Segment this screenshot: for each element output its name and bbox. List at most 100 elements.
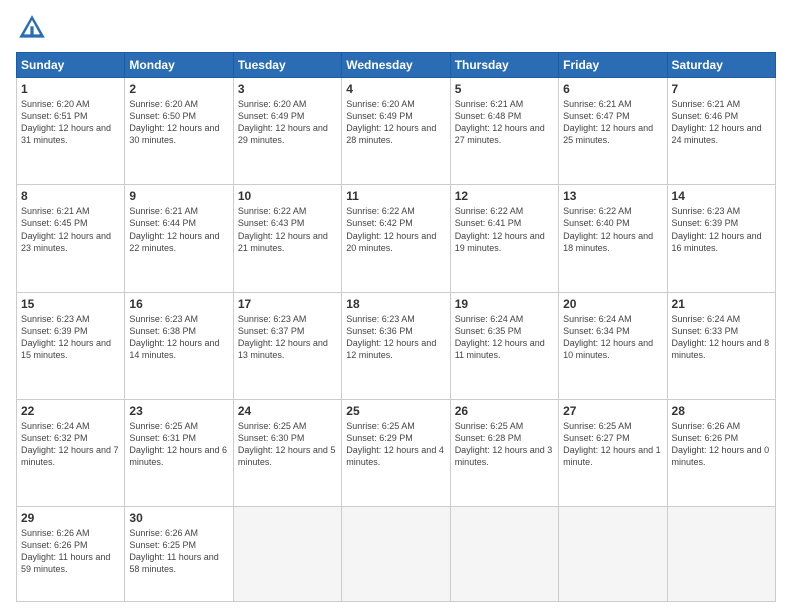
calendar-cell bbox=[342, 507, 450, 602]
calendar-cell: 27 Sunrise: 6:25 AMSunset: 6:27 PMDayligh… bbox=[559, 399, 667, 506]
calendar: Sunday Monday Tuesday Wednesday Thursday… bbox=[16, 52, 776, 602]
calendar-cell: 11 Sunrise: 6:22 AMSunset: 6:42 PMDayligh… bbox=[342, 185, 450, 292]
day-number: 15 bbox=[21, 297, 120, 311]
header-saturday: Saturday bbox=[667, 53, 775, 78]
day-info: Sunrise: 6:24 AMSunset: 6:32 PMDaylight:… bbox=[21, 420, 120, 469]
day-number: 4 bbox=[346, 82, 445, 96]
day-number: 3 bbox=[238, 82, 337, 96]
day-info: Sunrise: 6:20 AMSunset: 6:51 PMDaylight:… bbox=[21, 98, 120, 147]
calendar-cell: 21 Sunrise: 6:24 AMSunset: 6:33 PMDayligh… bbox=[667, 292, 775, 399]
calendar-cell bbox=[450, 507, 558, 602]
day-number: 16 bbox=[129, 297, 228, 311]
day-info: Sunrise: 6:25 AMSunset: 6:27 PMDaylight:… bbox=[563, 420, 662, 469]
day-number: 23 bbox=[129, 404, 228, 418]
day-info: Sunrise: 6:25 AMSunset: 6:31 PMDaylight:… bbox=[129, 420, 228, 469]
day-number: 17 bbox=[238, 297, 337, 311]
calendar-cell: 10 Sunrise: 6:22 AMSunset: 6:43 PMDayligh… bbox=[233, 185, 341, 292]
header bbox=[16, 12, 776, 44]
day-info: Sunrise: 6:23 AMSunset: 6:39 PMDaylight:… bbox=[21, 313, 120, 362]
calendar-cell: 23 Sunrise: 6:25 AMSunset: 6:31 PMDayligh… bbox=[125, 399, 233, 506]
day-number: 30 bbox=[129, 511, 228, 525]
day-info: Sunrise: 6:26 AMSunset: 6:25 PMDaylight:… bbox=[129, 527, 228, 576]
calendar-cell: 19 Sunrise: 6:24 AMSunset: 6:35 PMDayligh… bbox=[450, 292, 558, 399]
day-number: 13 bbox=[563, 189, 662, 203]
calendar-cell: 12Sunrise: 6:22 AMSunset: 6:41 PMDayligh… bbox=[450, 185, 558, 292]
calendar-cell bbox=[559, 507, 667, 602]
day-info: Sunrise: 6:21 AMSunset: 6:48 PMDaylight:… bbox=[455, 98, 554, 147]
header-sunday: Sunday bbox=[17, 53, 125, 78]
day-number: 21 bbox=[672, 297, 771, 311]
day-info: Sunrise: 6:22 AMSunset: 6:43 PMDaylight:… bbox=[238, 205, 337, 254]
calendar-cell: 1 Sunrise: 6:20 AMSunset: 6:51 PMDaylight… bbox=[17, 78, 125, 185]
day-info: Sunrise: 6:25 AMSunset: 6:29 PMDaylight:… bbox=[346, 420, 445, 469]
header-monday: Monday bbox=[125, 53, 233, 78]
day-info: Sunrise: 6:24 AMSunset: 6:34 PMDaylight:… bbox=[563, 313, 662, 362]
calendar-row: 29 Sunrise: 6:26 AMSunset: 6:26 PMDayligh… bbox=[17, 507, 776, 602]
calendar-cell: 17 Sunrise: 6:23 AMSunset: 6:37 PMDayligh… bbox=[233, 292, 341, 399]
calendar-cell: 4Sunrise: 6:20 AMSunset: 6:49 PMDaylight… bbox=[342, 78, 450, 185]
header-wednesday: Wednesday bbox=[342, 53, 450, 78]
day-info: Sunrise: 6:23 AMSunset: 6:38 PMDaylight:… bbox=[129, 313, 228, 362]
day-info: Sunrise: 6:21 AMSunset: 6:44 PMDaylight:… bbox=[129, 205, 228, 254]
calendar-cell: 8Sunrise: 6:21 AMSunset: 6:45 PMDaylight… bbox=[17, 185, 125, 292]
day-info: Sunrise: 6:23 AMSunset: 6:37 PMDaylight:… bbox=[238, 313, 337, 362]
header-tuesday: Tuesday bbox=[233, 53, 341, 78]
day-number: 10 bbox=[238, 189, 337, 203]
day-number: 6 bbox=[563, 82, 662, 96]
day-info: Sunrise: 6:24 AMSunset: 6:33 PMDaylight:… bbox=[672, 313, 771, 362]
day-number: 24 bbox=[238, 404, 337, 418]
day-number: 14 bbox=[672, 189, 771, 203]
calendar-cell: 9 Sunrise: 6:21 AMSunset: 6:44 PMDaylight… bbox=[125, 185, 233, 292]
calendar-cell: 28Sunrise: 6:26 AMSunset: 6:26 PMDayligh… bbox=[667, 399, 775, 506]
calendar-cell: 15 Sunrise: 6:23 AMSunset: 6:39 PMDayligh… bbox=[17, 292, 125, 399]
day-info: Sunrise: 6:21 AMSunset: 6:45 PMDaylight:… bbox=[21, 205, 120, 254]
calendar-cell: 7 Sunrise: 6:21 AMSunset: 6:46 PMDaylight… bbox=[667, 78, 775, 185]
day-info: Sunrise: 6:20 AMSunset: 6:50 PMDaylight:… bbox=[129, 98, 228, 147]
day-number: 5 bbox=[455, 82, 554, 96]
day-info: Sunrise: 6:26 AMSunset: 6:26 PMDaylight:… bbox=[21, 527, 120, 576]
day-number: 11 bbox=[346, 189, 445, 203]
calendar-cell: 29 Sunrise: 6:26 AMSunset: 6:26 PMDayligh… bbox=[17, 507, 125, 602]
calendar-cell: 3 Sunrise: 6:20 AMSunset: 6:49 PMDaylight… bbox=[233, 78, 341, 185]
calendar-cell: 14 Sunrise: 6:23 AMSunset: 6:39 PMDayligh… bbox=[667, 185, 775, 292]
calendar-table: Sunday Monday Tuesday Wednesday Thursday… bbox=[16, 52, 776, 602]
calendar-cell: 5 Sunrise: 6:21 AMSunset: 6:48 PMDaylight… bbox=[450, 78, 558, 185]
calendar-cell: 13 Sunrise: 6:22 AMSunset: 6:40 PMDayligh… bbox=[559, 185, 667, 292]
day-number: 9 bbox=[129, 189, 228, 203]
calendar-row: 8Sunrise: 6:21 AMSunset: 6:45 PMDaylight… bbox=[17, 185, 776, 292]
day-number: 7 bbox=[672, 82, 771, 96]
day-info: Sunrise: 6:24 AMSunset: 6:35 PMDaylight:… bbox=[455, 313, 554, 362]
calendar-cell: 24 Sunrise: 6:25 AMSunset: 6:30 PMDayligh… bbox=[233, 399, 341, 506]
logo-icon bbox=[16, 12, 48, 44]
calendar-cell: 2 Sunrise: 6:20 AMSunset: 6:50 PMDaylight… bbox=[125, 78, 233, 185]
calendar-cell: 16 Sunrise: 6:23 AMSunset: 6:38 PMDayligh… bbox=[125, 292, 233, 399]
calendar-cell: 25 Sunrise: 6:25 AMSunset: 6:29 PMDayligh… bbox=[342, 399, 450, 506]
logo bbox=[16, 12, 52, 44]
day-number: 22 bbox=[21, 404, 120, 418]
day-number: 1 bbox=[21, 82, 120, 96]
day-info: Sunrise: 6:22 AMSunset: 6:41 PMDaylight:… bbox=[455, 205, 554, 254]
calendar-cell bbox=[667, 507, 775, 602]
day-number: 25 bbox=[346, 404, 445, 418]
calendar-row: 1 Sunrise: 6:20 AMSunset: 6:51 PMDaylight… bbox=[17, 78, 776, 185]
day-info: Sunrise: 6:25 AMSunset: 6:28 PMDaylight:… bbox=[455, 420, 554, 469]
day-info: Sunrise: 6:21 AMSunset: 6:46 PMDaylight:… bbox=[672, 98, 771, 147]
day-number: 2 bbox=[129, 82, 228, 96]
day-number: 19 bbox=[455, 297, 554, 311]
day-number: 27 bbox=[563, 404, 662, 418]
day-info: Sunrise: 6:23 AMSunset: 6:39 PMDaylight:… bbox=[672, 205, 771, 254]
day-info: Sunrise: 6:22 AMSunset: 6:40 PMDaylight:… bbox=[563, 205, 662, 254]
day-number: 18 bbox=[346, 297, 445, 311]
header-thursday: Thursday bbox=[450, 53, 558, 78]
day-info: Sunrise: 6:20 AMSunset: 6:49 PMDaylight:… bbox=[238, 98, 337, 147]
calendar-cell: 6Sunrise: 6:21 AMSunset: 6:47 PMDaylight… bbox=[559, 78, 667, 185]
day-info: Sunrise: 6:25 AMSunset: 6:30 PMDaylight:… bbox=[238, 420, 337, 469]
calendar-cell: 22 Sunrise: 6:24 AMSunset: 6:32 PMDayligh… bbox=[17, 399, 125, 506]
calendar-cell: 30 Sunrise: 6:26 AMSunset: 6:25 PMDayligh… bbox=[125, 507, 233, 602]
calendar-cell: 20Sunrise: 6:24 AMSunset: 6:34 PMDayligh… bbox=[559, 292, 667, 399]
day-number: 29 bbox=[21, 511, 120, 525]
day-number: 26 bbox=[455, 404, 554, 418]
day-info: Sunrise: 6:22 AMSunset: 6:42 PMDaylight:… bbox=[346, 205, 445, 254]
day-number: 28 bbox=[672, 404, 771, 418]
weekday-header-row: Sunday Monday Tuesday Wednesday Thursday… bbox=[17, 53, 776, 78]
